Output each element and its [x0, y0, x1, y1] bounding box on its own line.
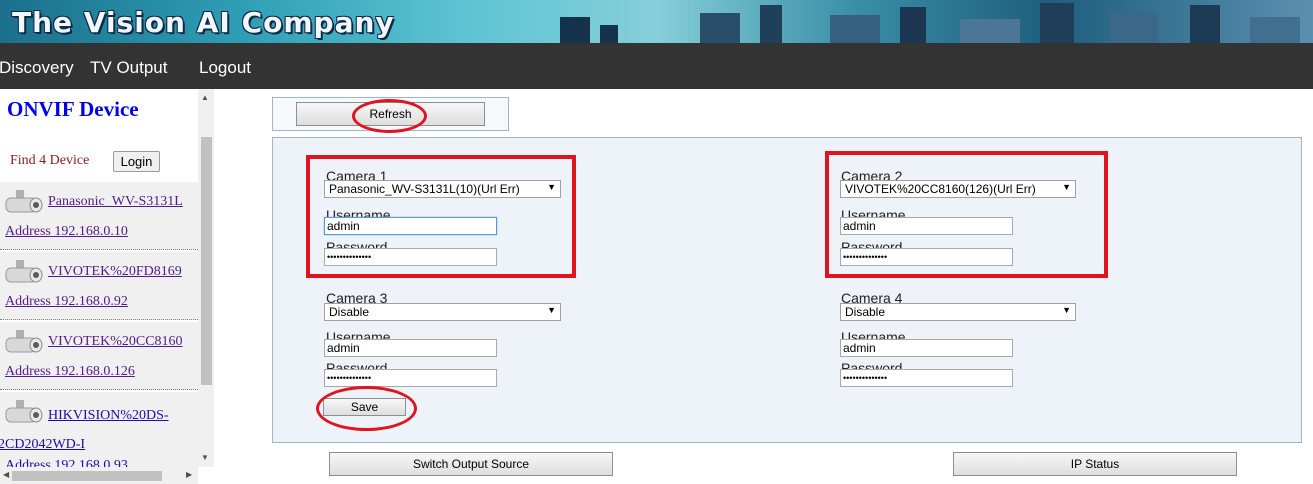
camera-icon — [5, 260, 43, 283]
camera-3-selected: Disable — [329, 305, 370, 319]
banner-title: The Vision AI Company — [12, 6, 395, 39]
ip-status-button[interactable]: IP Status — [953, 452, 1237, 476]
device-list-item[interactable]: VIVOTEK%20FD8169 Address 192.168.0.92 — [0, 252, 198, 320]
device-name-link[interactable]: HIKVISION%20DS- — [48, 408, 169, 424]
device-address-link[interactable]: Address 192.168.0.92 — [5, 294, 128, 310]
banner-building — [700, 13, 740, 43]
device-panel: ONVIF Device Find 4 Device Login Panason… — [0, 89, 214, 484]
switch-output-source-button[interactable]: Switch Output Source — [329, 452, 613, 476]
device-address-link[interactable]: Address 192.168.0.126 — [5, 364, 135, 380]
device-name-link[interactable]: VIVOTEK%20FD8169 — [48, 264, 182, 280]
camera-4-selected: Disable — [845, 305, 886, 319]
banner-building — [900, 7, 926, 43]
scroll-down-icon[interactable]: ▼ — [201, 453, 209, 462]
banner-building — [830, 15, 880, 43]
camera-4-username-input[interactable]: admin — [840, 339, 1013, 357]
camera-icon — [5, 190, 43, 213]
banner-building — [560, 17, 590, 43]
nav-tv-output[interactable]: TV Output — [90, 58, 167, 78]
header-banner: The Vision AI Company — [0, 0, 1313, 43]
camera-3-username-input[interactable]: admin — [324, 339, 497, 357]
top-nav: Discovery TV Output Logout — [0, 43, 1313, 89]
nav-discovery[interactable]: Discovery — [0, 58, 74, 78]
chevron-down-icon: ▼ — [1062, 305, 1071, 315]
camera-4-select[interactable]: Disable ▼ — [840, 303, 1076, 321]
banner-building — [1190, 5, 1220, 43]
camera-3-select[interactable]: Disable ▼ — [324, 303, 561, 321]
device-name-link[interactable]: Panasonic_WV-S3131L — [48, 194, 183, 210]
device-list-item[interactable]: VIVOTEK%20CC8160 Address 192.168.0.126 — [0, 322, 198, 390]
banner-building — [1250, 17, 1300, 43]
camera-4-password-input[interactable]: •••••••••••••• — [840, 369, 1013, 387]
annotation-circle-save — [316, 386, 417, 431]
annotation-highlight-camera-1 — [306, 155, 576, 278]
banner-building — [960, 19, 1020, 43]
banner-building — [1040, 3, 1074, 43]
device-name-link-line2[interactable]: 2CD2042WD-I — [0, 437, 85, 453]
banner-building — [600, 25, 618, 43]
login-button[interactable]: Login — [113, 151, 160, 172]
scroll-left-icon[interactable]: ◀ — [3, 470, 9, 479]
device-address-link[interactable]: Address 192.168.0.10 — [5, 224, 128, 240]
camera-3-password-input[interactable]: •••••••••••••• — [324, 369, 497, 387]
scroll-right-icon[interactable]: ▶ — [186, 470, 192, 479]
annotation-circle-refresh — [352, 99, 427, 133]
banner-building — [1110, 13, 1158, 43]
device-count-text: Find 4 Device — [10, 153, 90, 168]
device-name-link[interactable]: VIVOTEK%20CC8160 — [48, 334, 183, 350]
camera-icon — [5, 400, 43, 423]
chevron-down-icon: ▼ — [547, 305, 556, 315]
device-panel-title: ONVIF Device — [7, 97, 139, 121]
scroll-thumb[interactable] — [201, 137, 212, 385]
scroll-up-icon[interactable]: ▲ — [201, 93, 209, 102]
device-list-item[interactable]: Panasonic_WV-S3131L Address 192.168.0.10 — [0, 182, 198, 250]
nav-logout[interactable]: Logout — [199, 58, 251, 78]
annotation-highlight-camera-2 — [825, 151, 1108, 278]
banner-building — [760, 5, 782, 43]
horizontal-scrollbar[interactable]: ◀ ▶ — [0, 467, 198, 484]
camera-icon — [5, 330, 43, 353]
vertical-scrollbar[interactable]: ▲ ▼ — [198, 89, 214, 467]
scroll-thumb-horizontal[interactable] — [12, 471, 162, 481]
device-list-item[interactable]: HIKVISION%20DS- 2CD2042WD-I Address 192.… — [0, 392, 198, 468]
